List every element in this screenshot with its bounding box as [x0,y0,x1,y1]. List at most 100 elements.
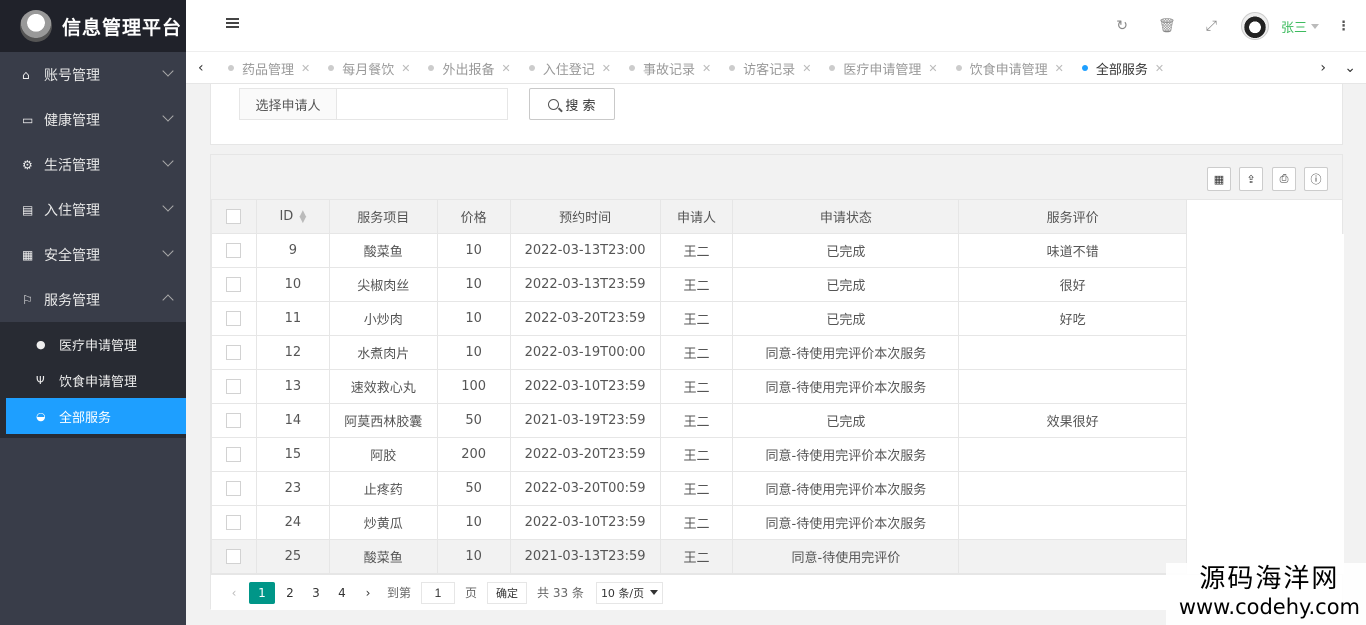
sidebar-item-label: 账号管理 [44,67,100,84]
row-select-cell [211,505,257,540]
page-next-icon[interactable]: › [355,582,381,604]
cell-review [958,505,1187,540]
cell-applicant: 王二 [659,471,734,506]
row-select-cell [211,403,257,438]
row-checkbox[interactable] [226,345,242,360]
window-icon: ▭ [22,112,34,127]
cell-time: 2022-03-13T23:59 [509,267,661,302]
tab-next-icon[interactable]: › [1320,60,1326,76]
table-row[interactable]: 11 小炒肉 10 2022-03-20T23:59 王二 已完成 好吃 [211,301,1187,336]
column-header-id[interactable]: ID ▲ ▼ [255,199,330,234]
close-icon[interactable]: ✕ [1055,62,1064,75]
close-icon[interactable]: ✕ [928,62,937,75]
columns-icon[interactable]: ▦ [1207,167,1231,191]
tab-menu-icon[interactable]: ⌄ [1344,60,1356,76]
info-icon[interactable]: ⓘ [1304,167,1328,191]
tab-accident[interactable]: 事故记录 ✕ [623,52,721,84]
sidebar-item-account[interactable]: ⌂ 账号管理 [0,52,186,97]
table-row[interactable]: 23 止疼药 50 2022-03-20T00:59 王二 同意-待使用完评价本次服务 [211,471,1187,506]
row-checkbox[interactable] [226,549,242,564]
cell-id: 14 [255,403,330,438]
cell-applicant: 王二 [659,369,734,404]
trash-icon[interactable]: 🗑 [1158,18,1176,34]
page-3[interactable]: 3 [303,582,329,604]
table-row[interactable]: 10 尖椒肉丝 10 2022-03-13T23:59 王二 已完成 很好 [211,267,1187,302]
goto-page-input[interactable] [421,581,456,604]
row-checkbox[interactable] [226,447,242,462]
select-all-checkbox[interactable] [226,209,242,224]
chevron-up-icon [162,294,174,306]
page-2[interactable]: 2 [277,582,303,604]
table-row[interactable]: 15 阿胶 200 2022-03-20T23:59 王二 同意-待使用完评价本次服务 [211,437,1187,472]
row-checkbox[interactable] [226,515,242,530]
table-row[interactable]: 12 水煮肉片 10 2022-03-19T00:00 王二 同意-待使用完评价本次服务 [211,335,1187,370]
cell-review [958,335,1187,370]
tab-medical-apply[interactable]: 医疗申请管理 ✕ [823,52,947,84]
tab-medicine[interactable]: 药品管理 ✕ [222,52,320,84]
close-icon[interactable]: ✕ [501,62,510,75]
cell-review: 好吃 [958,301,1187,336]
refresh-icon[interactable]: ↻ [1116,18,1128,34]
sidebar-subitem-medical[interactable]: ● 医疗申请管理 [0,326,186,362]
table-row[interactable]: 13 速效救心丸 100 2022-03-10T23:59 王二 同意-待使用完评价本次服… [211,369,1187,404]
sidebar-subitem-all-services[interactable]: ◒ 全部服务 [6,398,186,434]
fullscreen-icon[interactable]: ⤢ [1206,18,1217,34]
menu-toggle-icon[interactable] [226,18,239,29]
row-checkbox[interactable] [226,481,242,496]
tab-visitor[interactable]: 访客记录 ✕ [723,52,821,84]
row-checkbox[interactable] [226,413,242,428]
sidebar-item-service[interactable]: ⚐ 服务管理 [0,277,186,322]
caret-down-icon[interactable] [1311,23,1319,29]
cell-price: 10 [436,301,511,336]
cell-applicant: 王二 [659,539,734,574]
tab-label: 医疗申请管理 [843,62,922,78]
tab-all-services[interactable]: 全部服务 ✕ [1076,52,1174,84]
chevron-down-icon [162,65,174,77]
table-row[interactable]: 25 酸菜鱼 10 2021-03-13T23:59 王二 同意-待使用完评价 [211,539,1187,574]
cell-status: 同意-待使用完评价本次服务 [732,437,960,472]
row-checkbox[interactable] [226,311,242,326]
export-icon[interactable]: ⇪ [1239,167,1263,191]
sort-icon[interactable]: ▲ ▼ [299,209,306,224]
goto-confirm-button[interactable]: 确定 [487,581,528,604]
table-row[interactable]: 24 炒黄瓜 10 2022-03-10T23:59 王二 同意-待使用完评价本次服务 [211,505,1187,540]
table-row[interactable]: 9 酸菜鱼 10 2022-03-13T23:00 王二 已完成 味道不错 [211,233,1187,268]
logo[interactable]: 信息管理平台 [0,0,186,52]
data-table: ID ▲ ▼ 服务项目 价格 预约时间 申请人 申请状态 服务评价 9 酸菜鱼 10 20… [211,199,1187,574]
row-checkbox[interactable] [226,379,242,394]
column-header-time: 预约时间 [509,199,661,234]
row-checkbox[interactable] [226,277,242,292]
search-button[interactable]: 搜 索 [529,88,615,120]
page-4[interactable]: 4 [329,582,355,604]
tab-food-apply[interactable]: 饮食申请管理 ✕ [950,52,1074,84]
close-icon[interactable]: ✕ [1155,62,1164,75]
cell-time: 2022-03-10T23:59 [509,505,661,540]
sidebar-item-life[interactable]: ⚙ 生活管理 [0,142,186,187]
print-icon[interactable]: ⎙ [1272,167,1296,191]
tab-checkin[interactable]: 入住登记 ✕ [523,52,621,84]
main-content: 选择申请人 搜 索 ▦ ⇪ ⎙ ⓘ ID ▲ ▼ 服务项目 价格 预约时间 申请… [186,84,1366,625]
page-size-select[interactable]: 10 条/页 [595,581,664,604]
sidebar-item-security[interactable]: ▦ 安全管理 [0,232,186,277]
table-row[interactable]: 14 阿莫西林胶囊 50 2021-03-19T23:59 王二 已完成 效果很好 [211,403,1187,438]
tab-outing[interactable]: 外出报备 ✕ [422,52,520,84]
more-icon[interactable]: ⋮ [1337,19,1350,34]
tab-prev-icon[interactable]: ‹ [198,60,204,76]
row-checkbox[interactable] [226,243,242,258]
close-icon[interactable]: ✕ [602,62,611,75]
close-icon[interactable]: ✕ [401,62,410,75]
applicant-input[interactable] [336,88,508,120]
page-prev-icon[interactable]: ‹ [221,582,247,604]
tab-monthly-meal[interactable]: 每月餐饮 ✕ [322,52,420,84]
close-icon[interactable]: ✕ [301,62,310,75]
sidebar-item-health[interactable]: ▭ 健康管理 [0,97,186,142]
cell-price: 200 [436,437,511,472]
page-1[interactable]: 1 [249,581,275,604]
avatar[interactable] [1240,12,1269,40]
username[interactable]: 张三 [1281,17,1307,36]
tab-dot [829,65,836,71]
sidebar-subitem-food[interactable]: Ψ 饮食申请管理 [0,362,186,398]
close-icon[interactable]: ✕ [802,62,811,75]
sidebar-item-checkin[interactable]: ▤ 入住管理 [0,187,186,232]
close-icon[interactable]: ✕ [702,62,711,75]
